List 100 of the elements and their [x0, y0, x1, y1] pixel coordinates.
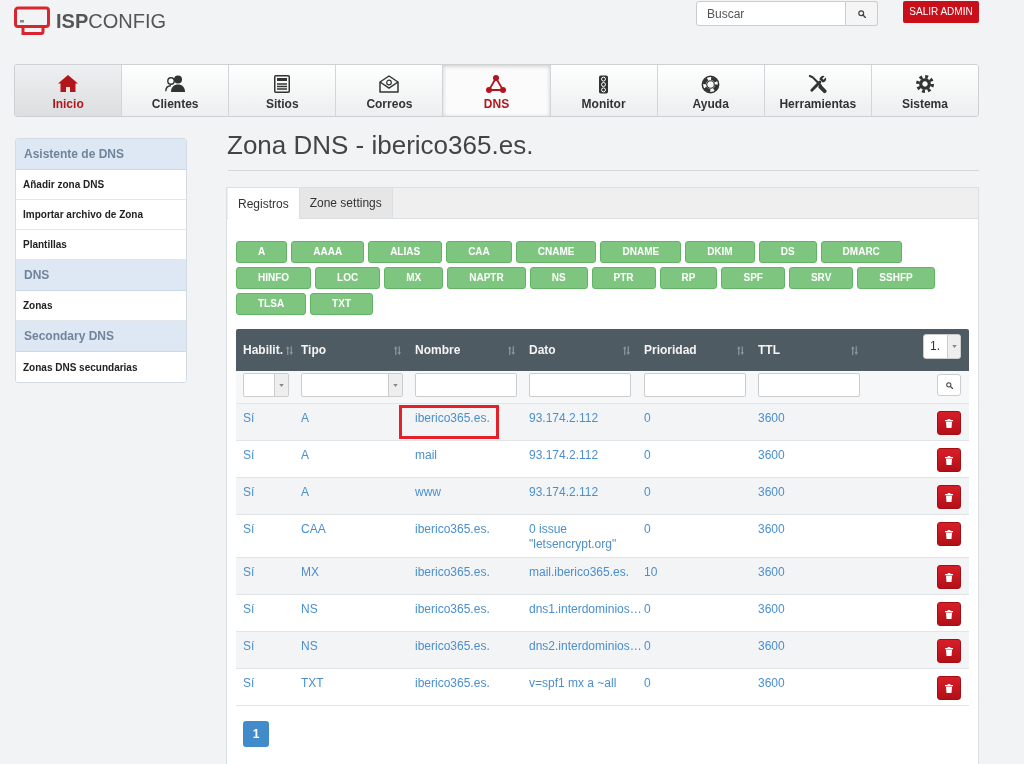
filter-field[interactable] [415, 373, 517, 397]
record-type-button[interactable]: DNAME [600, 241, 682, 263]
record-link[interactable]: 3600 [758, 448, 785, 463]
sort-icon[interactable] [851, 345, 858, 355]
record-type-button[interactable]: DMARC [820, 241, 902, 263]
delete-button[interactable] [937, 448, 961, 472]
record-link[interactable]: 0 [644, 602, 651, 617]
sort-icon[interactable] [394, 345, 401, 355]
filter-field[interactable] [644, 373, 746, 397]
record-link[interactable]: dns2.interdominios… [529, 639, 642, 654]
delete-button[interactable] [937, 411, 961, 435]
nav-tab[interactable]: Ayuda [657, 65, 765, 116]
record-link[interactable]: 0 [644, 676, 651, 691]
record-type-button[interactable]: DKIM [685, 241, 755, 263]
record-link[interactable]: A [301, 485, 309, 500]
record-type-button[interactable]: CNAME [515, 241, 597, 263]
record-type-button[interactable]: A [236, 241, 288, 263]
record-link[interactable]: Sí [243, 565, 255, 580]
nav-tab[interactable]: Sitios [229, 65, 337, 116]
record-link[interactable]: dns1.interdominios… [529, 602, 642, 617]
search-field[interactable]: Buscar [696, 1, 846, 26]
record-type-button[interactable]: PTR [591, 267, 656, 289]
record-link[interactable]: 3600 [758, 522, 785, 537]
record-type-button[interactable]: HINFO [236, 267, 312, 289]
record-link[interactable]: 0 issue "letsencrypt.org" [529, 522, 637, 552]
record-type-button[interactable]: NS [529, 267, 588, 289]
sort-icon[interactable] [508, 345, 515, 355]
record-link[interactable]: A [301, 448, 309, 463]
sort-icon[interactable] [737, 345, 744, 355]
filter-field[interactable] [758, 373, 860, 397]
record-link[interactable]: v=spf1 mx a ~all [529, 676, 617, 691]
page-size-select[interactable]: 1. [923, 334, 961, 359]
nav-tab[interactable]: DNS [443, 65, 551, 116]
tab[interactable]: Zone settings [299, 188, 393, 218]
sort-icon[interactable] [623, 345, 630, 355]
record-type-button[interactable]: CAA [446, 241, 512, 263]
record-type-button[interactable]: SSHFP [857, 267, 935, 289]
nav-tab[interactable]: Monitor [550, 65, 658, 116]
delete-button[interactable] [937, 639, 961, 663]
search-button[interactable] [937, 374, 961, 396]
record-link[interactable]: Sí [243, 602, 255, 617]
record-link[interactable]: 3600 [758, 411, 785, 426]
record-link[interactable]: CAA [301, 522, 326, 537]
record-link[interactable]: Sí [243, 485, 255, 500]
record-link[interactable]: iberico365.es. [415, 522, 490, 537]
record-link[interactable]: www [415, 485, 441, 500]
tab[interactable]: Registros [228, 188, 300, 219]
record-link[interactable]: mail [415, 448, 437, 463]
delete-button[interactable] [937, 522, 961, 546]
delete-button[interactable] [937, 565, 961, 589]
record-link[interactable]: Sí [243, 639, 255, 654]
record-link[interactable]: Sí [243, 522, 255, 537]
record-link[interactable]: 0 [644, 639, 651, 654]
record-link[interactable]: iberico365.es. [415, 411, 490, 426]
record-type-button[interactable]: TLSA [236, 293, 307, 315]
record-link[interactable]: iberico365.es. [415, 676, 490, 691]
record-link[interactable]: iberico365.es. [415, 602, 490, 617]
filter-field[interactable] [529, 373, 631, 397]
record-type-button[interactable]: MX [384, 267, 444, 289]
record-link[interactable]: 3600 [758, 565, 785, 580]
record-link[interactable]: iberico365.es. [415, 639, 490, 654]
delete-button[interactable] [937, 485, 961, 509]
search-button[interactable] [846, 1, 878, 26]
record-link[interactable]: 93.174.2.112 [529, 448, 599, 463]
record-link[interactable]: Sí [243, 448, 255, 463]
nav-tab[interactable]: Clientes [122, 65, 230, 116]
record-link[interactable]: 10 [644, 565, 658, 580]
page-button[interactable]: 1 [243, 721, 269, 747]
filter-select[interactable] [243, 373, 289, 397]
record-link[interactable]: 93.174.2.112 [529, 411, 599, 426]
record-link[interactable]: 3600 [758, 639, 785, 654]
column-header[interactable]: Nombre [415, 341, 461, 359]
column-header[interactable]: Prioridad [644, 341, 697, 359]
record-link[interactable]: A [301, 411, 309, 426]
record-link[interactable]: 0 [644, 448, 651, 463]
logout-button[interactable]: SALIR ADMIN [903, 1, 979, 23]
record-link[interactable]: Sí [243, 411, 255, 426]
record-link[interactable]: mail.iberico365.es. [529, 565, 630, 580]
record-type-button[interactable]: AAAA [291, 241, 365, 263]
record-link[interactable]: 93.174.2.112 [529, 485, 599, 500]
sort-icon[interactable] [286, 345, 293, 355]
record-type-button[interactable]: LOC [315, 267, 381, 289]
filter-select[interactable] [301, 373, 403, 397]
record-type-button[interactable]: SRV [788, 267, 854, 289]
record-link[interactable]: 0 [644, 485, 651, 500]
delete-button[interactable] [937, 602, 961, 626]
record-link[interactable]: 0 [644, 411, 651, 426]
delete-button[interactable] [937, 676, 961, 700]
record-type-button[interactable]: TXT [310, 293, 373, 315]
record-type-button[interactable]: DS [758, 241, 817, 263]
record-link[interactable]: 3600 [758, 676, 785, 691]
record-link[interactable]: 3600 [758, 602, 785, 617]
record-type-button[interactable]: RP [659, 267, 718, 289]
record-link[interactable]: 0 [644, 522, 651, 537]
record-link[interactable]: TXT [301, 676, 324, 691]
record-link[interactable]: 3600 [758, 485, 785, 500]
column-header[interactable]: Habilit. [243, 341, 283, 359]
record-type-button[interactable]: ALIAS [368, 241, 443, 263]
nav-tab[interactable]: Sistema [871, 65, 978, 116]
record-link[interactable]: iberico365.es. [415, 565, 490, 580]
